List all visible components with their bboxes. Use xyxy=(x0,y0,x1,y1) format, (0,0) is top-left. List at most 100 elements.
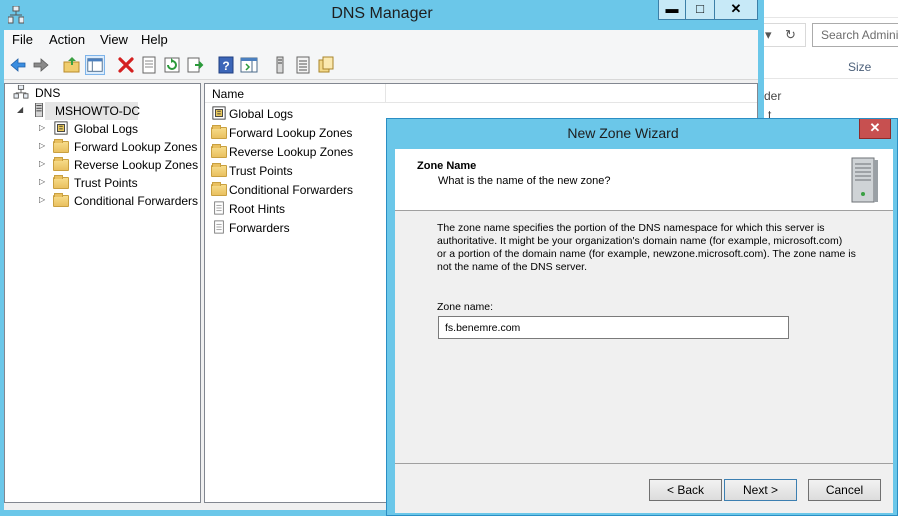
tree-label: DNS xyxy=(35,86,61,100)
list-item-global-logs[interactable]: Global Logs xyxy=(211,104,381,123)
folder-icon xyxy=(53,139,69,153)
zone-name-input[interactable] xyxy=(438,316,789,339)
menu-action[interactable]: Action xyxy=(49,32,85,47)
folder-icon xyxy=(53,193,69,207)
list-item-reverse-lookup-zones[interactable]: Reverse Lookup Zones xyxy=(211,142,381,161)
tree-item-forward-lookup-zones[interactable]: ▷ Forward Lookup Zones xyxy=(9,138,199,156)
server-tower-icon xyxy=(851,157,878,203)
tree-label: MSHOWTO-DC xyxy=(55,104,141,118)
list-item-label: Root Hints xyxy=(229,202,286,216)
folder-icon xyxy=(211,125,227,139)
list-item-label: Trust Points xyxy=(229,164,293,178)
tree-item-global-logs[interactable]: ▷ Global Logs xyxy=(9,120,199,138)
dialog-close-button[interactable]: ✕ xyxy=(859,119,891,139)
list-item-label: Forward Lookup Zones xyxy=(229,126,353,140)
document-icon xyxy=(214,201,224,215)
server-icon xyxy=(35,103,43,117)
column-header-row: Size xyxy=(760,55,898,79)
dialog-title-bar[interactable]: New Zone Wizard ✕ xyxy=(387,119,897,147)
wizard-subheading: What is the name of the new zone? xyxy=(438,175,611,187)
background-window-top xyxy=(760,0,898,18)
list-item-label: Forwarders xyxy=(229,221,290,235)
list-item-trust-points[interactable]: Trust Points xyxy=(211,161,381,180)
collapse-arrow-icon[interactable]: ◢ xyxy=(17,105,25,115)
folder-icon xyxy=(211,182,227,196)
tree-label: Trust Points xyxy=(74,176,138,190)
close-button[interactable]: ✕ xyxy=(714,0,758,20)
tree-label: Forward Lookup Zones xyxy=(74,140,198,154)
size-column-header[interactable]: Size xyxy=(848,60,871,74)
description-line: authoritative. It might be your organiza… xyxy=(437,235,843,247)
zone-name-label: Zone name: xyxy=(437,301,494,313)
expand-arrow-icon[interactable]: ▷ xyxy=(39,195,47,205)
name-column-header[interactable]: Name xyxy=(205,84,386,103)
back-button[interactable]: < Back xyxy=(649,479,722,501)
delete-icon[interactable] xyxy=(116,55,136,75)
properties-icon[interactable] xyxy=(139,55,159,75)
maximize-button[interactable]: □ xyxy=(685,0,715,20)
list-icon[interactable] xyxy=(293,55,313,75)
log-icon xyxy=(54,121,68,135)
description-line: or a portion of the domain name (for exa… xyxy=(437,248,856,260)
list-item-forwarders[interactable]: Forwarders xyxy=(211,218,381,237)
toolbar: ? xyxy=(4,50,758,80)
menu-view[interactable]: View xyxy=(100,32,128,47)
wizard-heading: Zone Name xyxy=(417,160,477,172)
document-icon xyxy=(214,220,224,234)
help-icon[interactable]: ? xyxy=(216,55,236,75)
tree-item-trust-points[interactable]: ▷ Trust Points xyxy=(9,174,199,192)
list-item-forward-lookup-zones[interactable]: Forward Lookup Zones xyxy=(211,123,381,142)
menu-file[interactable]: File xyxy=(12,32,33,47)
list-item-root-hints[interactable]: Root Hints xyxy=(211,199,381,218)
log-icon xyxy=(212,106,226,120)
export-list-icon[interactable] xyxy=(185,55,205,75)
dns-icon xyxy=(13,85,29,99)
new-zone-wizard-dialog: New Zone Wizard ✕ Zone Name What is the … xyxy=(386,118,898,516)
forward-icon[interactable] xyxy=(31,55,51,75)
server-icon[interactable] xyxy=(270,55,290,75)
refresh-icon[interactable] xyxy=(162,55,182,75)
expand-arrow-icon[interactable]: ▷ xyxy=(39,159,47,169)
description-line: The zone name specifies the portion of t… xyxy=(437,222,825,234)
folder-icon xyxy=(211,163,227,177)
cancel-button[interactable]: Cancel xyxy=(808,479,881,501)
action-pane-icon[interactable] xyxy=(239,55,259,75)
dialog-body: Zone Name What is the name of the new zo… xyxy=(395,149,893,513)
back-icon[interactable] xyxy=(8,55,28,75)
tree-label: Conditional Forwarders xyxy=(74,194,199,208)
description-line: not the name of the DNS server. xyxy=(437,261,587,273)
tree-label: Reverse Lookup Zones xyxy=(74,158,199,172)
folder-icon xyxy=(53,157,69,171)
menu-help[interactable]: Help xyxy=(141,32,168,47)
expand-arrow-icon[interactable]: ▷ xyxy=(39,123,47,133)
menu-bar: File Action View Help xyxy=(4,30,758,50)
wizard-header: Zone Name What is the name of the new zo… xyxy=(395,149,893,211)
window-title: DNS Manager xyxy=(331,5,433,22)
dropdown-chevron-icon[interactable]: ▾ xyxy=(765,27,772,43)
dialog-title: New Zone Wizard xyxy=(567,125,679,141)
console-tree: DNS ◢ MSHOWTO-DC ▷ Global Logs ▷ Forward… xyxy=(4,83,201,503)
search-input[interactable]: Search Admini xyxy=(812,23,898,47)
list-item-label: Global Logs xyxy=(229,107,294,121)
background-nav-controls[interactable]: ▾ ↻ xyxy=(760,23,806,47)
next-button[interactable]: Next > xyxy=(724,479,797,501)
list-header: Name xyxy=(205,84,757,103)
tree-item-dns[interactable]: DNS xyxy=(9,84,189,102)
refresh-icon[interactable]: ↻ xyxy=(785,27,796,43)
folder-icon xyxy=(211,144,227,158)
copy-icon[interactable] xyxy=(316,55,336,75)
up-folder-icon[interactable] xyxy=(62,55,82,75)
show-hide-console-tree-icon[interactable] xyxy=(85,55,105,75)
folder-icon xyxy=(53,175,69,189)
tree-item-reverse-lookup-zones[interactable]: ▷ Reverse Lookup Zones xyxy=(9,156,199,174)
minimize-button[interactable]: ▬ xyxy=(658,0,686,20)
tree-item-conditional-forwarders[interactable]: ▷ Conditional Forwarders xyxy=(9,192,199,210)
tree-item-server[interactable]: ◢ MSHOWTO-DC xyxy=(9,102,189,120)
list-item-conditional-forwarders[interactable]: Conditional Forwarders xyxy=(211,180,381,199)
expand-arrow-icon[interactable]: ▷ xyxy=(39,177,47,187)
tree-label: Global Logs xyxy=(74,122,139,136)
title-bar[interactable]: DNS Manager ▬ □ ✕ xyxy=(0,0,764,30)
svg-text:?: ? xyxy=(222,59,229,73)
expand-arrow-icon[interactable]: ▷ xyxy=(39,141,47,151)
wizard-description: The zone name specifies the portion of t… xyxy=(437,222,877,274)
